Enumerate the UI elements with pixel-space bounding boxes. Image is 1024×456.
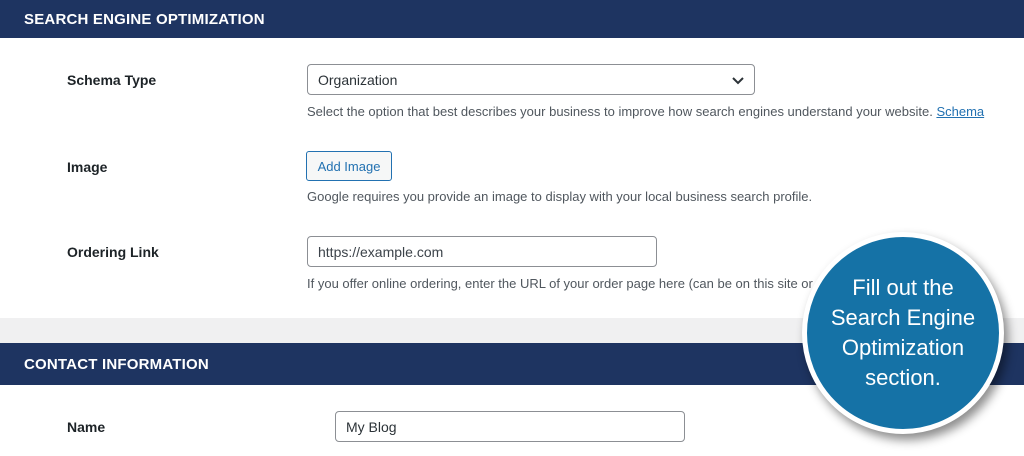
chevron-down-icon bbox=[732, 77, 744, 85]
schema-type-description-text: Select the option that best describes yo… bbox=[307, 104, 933, 119]
instruction-callout: Fill out the Search Engine Optimization … bbox=[802, 232, 1004, 434]
seo-section-header: SEARCH ENGINE OPTIMIZATION bbox=[0, 0, 1024, 38]
ordering-link-input[interactable]: https://example.com bbox=[307, 236, 657, 267]
seo-section-title: SEARCH ENGINE OPTIMIZATION bbox=[24, 10, 265, 28]
name-input[interactable]: My Blog bbox=[335, 411, 685, 442]
ordering-link-placeholder: https://example.com bbox=[318, 243, 444, 260]
ordering-link-label: Ordering Link bbox=[67, 244, 159, 260]
image-label: Image bbox=[67, 159, 108, 175]
contact-section-title: CONTACT INFORMATION bbox=[24, 355, 209, 373]
schema-type-label: Schema Type bbox=[67, 72, 157, 88]
name-value: My Blog bbox=[346, 418, 397, 435]
add-image-button[interactable]: Add Image bbox=[306, 151, 392, 181]
callout-text: Fill out the Search Engine Optimization … bbox=[830, 275, 976, 390]
schema-type-description: Select the option that best describes yo… bbox=[307, 104, 984, 119]
schema-type-select[interactable]: Organization bbox=[307, 64, 755, 95]
schema-type-selected-value: Organization bbox=[318, 71, 398, 88]
name-label: Name bbox=[67, 419, 106, 435]
image-description: Google requires you provide an image to … bbox=[307, 189, 813, 204]
schema-link[interactable]: Schema bbox=[936, 104, 984, 119]
